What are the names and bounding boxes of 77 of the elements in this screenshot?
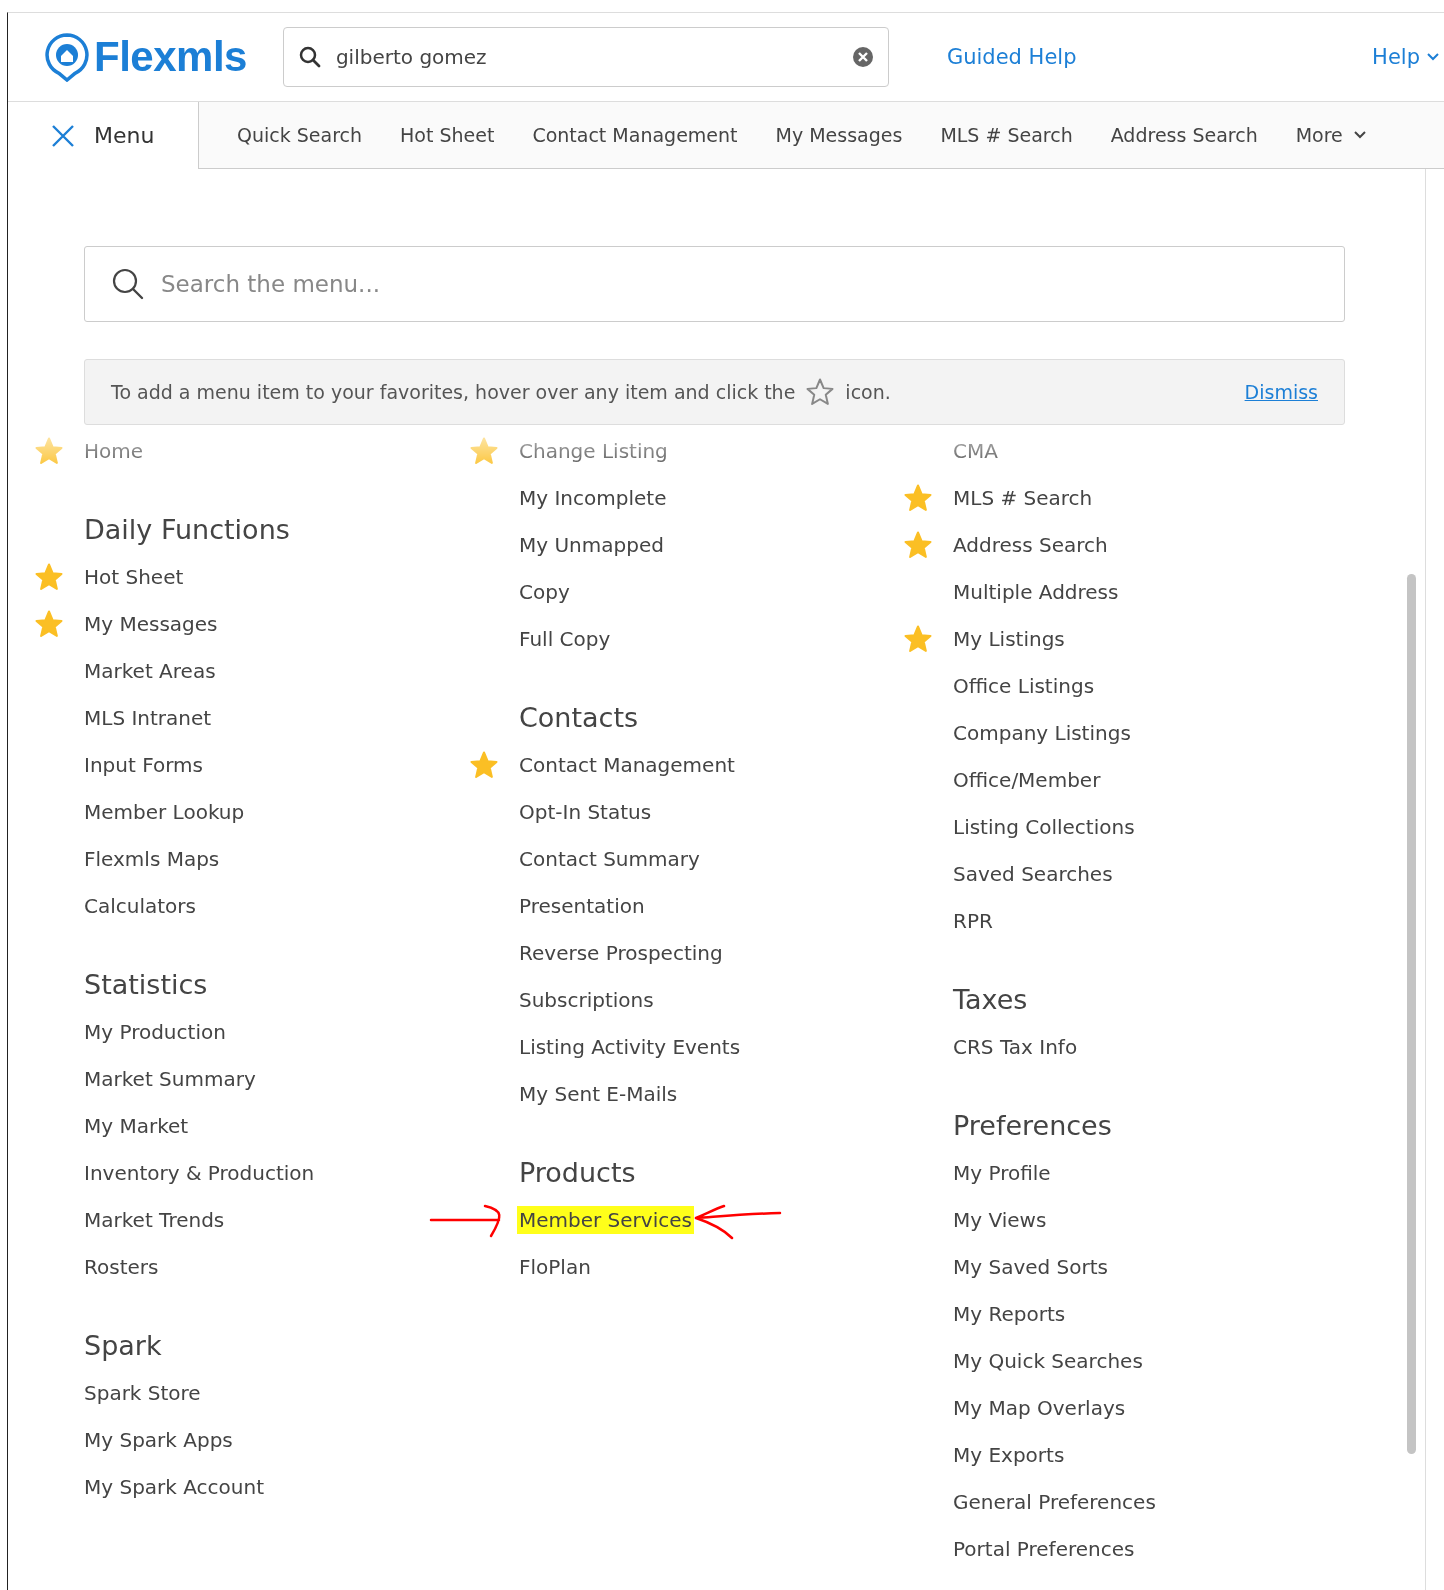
menu-item[interactable]: Subscriptions <box>519 987 654 1012</box>
menu-item[interactable]: Office/Member <box>953 767 1101 792</box>
menu-item[interactable]: Full Copy <box>519 626 611 651</box>
menu-item[interactable]: Member Lookup <box>84 799 245 824</box>
menu-item[interactable]: Spark Store <box>84 1380 201 1405</box>
section-heading: Statistics <box>83 968 209 1002</box>
menu-item[interactable]: My Production <box>84 1019 226 1044</box>
menu-item[interactable]: CRS Tax Info <box>953 1034 1078 1059</box>
notice-text: To add a menu item to your favorites, hover over any item and click the <box>111 381 796 403</box>
menu-item[interactable]: Market Summary <box>84 1066 256 1091</box>
nav-link[interactable]: Contact Management <box>532 124 738 146</box>
nav-link[interactable]: My Messages <box>775 124 903 146</box>
menu-item[interactable]: Change Listing <box>519 438 668 463</box>
menu-item[interactable]: FloPlan <box>519 1254 591 1279</box>
nav-link[interactable]: Address Search <box>1110 124 1258 146</box>
menu-item[interactable]: Saved Searches <box>953 861 1113 886</box>
section-heading: Daily Functions <box>83 513 291 547</box>
menu-item[interactable]: Office Listings <box>953 673 1095 698</box>
guided-help-link[interactable]: Guided Help <box>946 45 1077 69</box>
menu-item[interactable]: Home <box>84 438 144 463</box>
menu-item[interactable]: Flexmls Maps <box>84 846 220 871</box>
section-heading: Spark <box>83 1329 163 1363</box>
menu-item[interactable]: Market Areas <box>84 658 216 683</box>
menu-item[interactable]: My Spark Apps <box>84 1427 233 1452</box>
nav-link[interactable]: More <box>1295 124 1343 146</box>
menu-item[interactable]: My Unmapped <box>519 532 664 557</box>
menu-item[interactable]: MLS # Search <box>953 485 1093 510</box>
global-search-field[interactable]: gilberto gomez <box>282 27 889 87</box>
menu-item[interactable]: General Preferences <box>953 1489 1156 1514</box>
menu-item[interactable]: My Exports <box>953 1442 1065 1467</box>
menu-item[interactable]: Hot Sheet <box>84 564 184 589</box>
notice-text: icon. <box>845 381 891 403</box>
section-heading: Products <box>518 1156 637 1190</box>
logo-text[interactable]: Flexmls <box>94 33 247 81</box>
menu-item[interactable]: My Incomplete <box>519 485 667 510</box>
menu-item[interactable]: CMA <box>953 438 998 463</box>
menu-item[interactable]: My Sent E-Mails <box>519 1081 678 1106</box>
dismiss-link[interactable]: Dismiss <box>1244 381 1318 403</box>
section-heading: Preferences <box>952 1109 1113 1143</box>
menu-item[interactable]: Address Search <box>953 532 1108 557</box>
menu-item[interactable]: My Messages <box>84 611 218 636</box>
menu-item[interactable]: Opt-In Status <box>519 799 652 824</box>
menu-item[interactable]: Listing Collections <box>953 814 1135 839</box>
menu-item[interactable]: My Listings <box>953 626 1065 651</box>
menu-item[interactable]: RPR <box>953 908 993 933</box>
nav-link[interactable]: Hot Sheet <box>400 124 495 146</box>
highlighted-menu-item[interactable]: Member Services <box>517 1205 694 1234</box>
menu-item[interactable]: My Map Overlays <box>953 1395 1126 1420</box>
menu-item[interactable]: Reverse Prospecting <box>519 940 723 965</box>
menu-item[interactable]: Inventory & Production <box>84 1160 315 1185</box>
menu-item[interactable]: My Saved Sorts <box>953 1254 1108 1279</box>
menu-item[interactable]: My Spark Account <box>84 1474 264 1499</box>
menu-item[interactable]: Copy <box>519 579 570 604</box>
menu-item[interactable]: Contact Management <box>519 752 735 777</box>
section-heading: Contacts <box>518 701 640 735</box>
menu-tab[interactable]: Menu <box>8 102 199 169</box>
menu-item[interactable]: My Profile <box>953 1160 1051 1185</box>
menu-item[interactable]: MLS Intranet <box>84 705 212 730</box>
menu-item[interactable]: Presentation <box>519 893 645 918</box>
menu-item[interactable]: My Market <box>84 1113 189 1138</box>
section-heading: Taxes <box>952 983 1029 1017</box>
menu-item[interactable]: Calculators <box>84 893 196 918</box>
menu-item[interactable]: Company Listings <box>953 720 1131 745</box>
menu-item[interactable]: Portal Preferences <box>953 1536 1135 1561</box>
search-input[interactable]: gilberto gomez <box>333 27 840 87</box>
menu-item[interactable]: My Reports <box>953 1301 1066 1326</box>
menu-item[interactable]: Rosters <box>84 1254 159 1279</box>
menu-item[interactable]: My Views <box>953 1207 1047 1232</box>
menu-item[interactable]: Contact Summary <box>519 846 700 871</box>
help-link[interactable]: Help <box>1372 45 1420 69</box>
menu-item[interactable]: Multiple Address <box>953 579 1119 604</box>
menu-item[interactable]: Market Trends <box>84 1207 225 1232</box>
nav-link[interactable]: Quick Search <box>237 124 363 146</box>
menu-item[interactable]: My Quick Searches <box>953 1348 1143 1373</box>
menu-item[interactable]: Input Forms <box>84 752 203 777</box>
menu-item[interactable]: Listing Activity Events <box>519 1034 741 1059</box>
nav-link[interactable]: MLS # Search <box>940 124 1073 146</box>
